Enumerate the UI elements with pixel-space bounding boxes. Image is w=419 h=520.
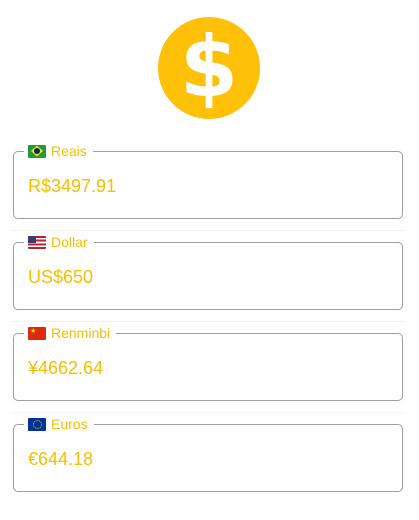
reais-value[interactable]: R$3497.91 (28, 175, 116, 197)
euros-label: Euros (51, 416, 88, 432)
reais-legend: Reais (24, 142, 93, 160)
dollar-field[interactable]: Dollar US$650 (13, 233, 403, 310)
dollar-legend: Dollar (24, 233, 94, 251)
euros-field[interactable]: Euros €644.18 (13, 415, 403, 492)
china-flag-icon: ★ (28, 326, 46, 340)
euros-value[interactable]: €644.18 (28, 448, 93, 470)
eu-flag-icon (28, 417, 46, 431)
dollar-value[interactable]: US$650 (28, 266, 93, 288)
renminbi-label: Renminbi (51, 325, 111, 341)
reais-label: Reais (51, 143, 87, 159)
dollar-sign: $ (179, 18, 239, 116)
renminbi-legend: ★ Renminbi (24, 324, 117, 342)
divider (13, 412, 403, 413)
divider (13, 321, 403, 322)
dollar-coin-icon: $ (158, 17, 260, 119)
brazil-flag-icon (28, 144, 46, 158)
renminbi-field[interactable]: ★ Renminbi ¥4662.64 (13, 324, 403, 401)
dollar-label: Dollar (51, 234, 88, 250)
euros-legend: Euros (24, 415, 94, 433)
renminbi-value[interactable]: ¥4662.64 (28, 357, 103, 379)
usa-flag-icon (28, 235, 46, 249)
reais-field[interactable]: Reais R$3497.91 (13, 142, 403, 219)
divider (13, 230, 403, 231)
